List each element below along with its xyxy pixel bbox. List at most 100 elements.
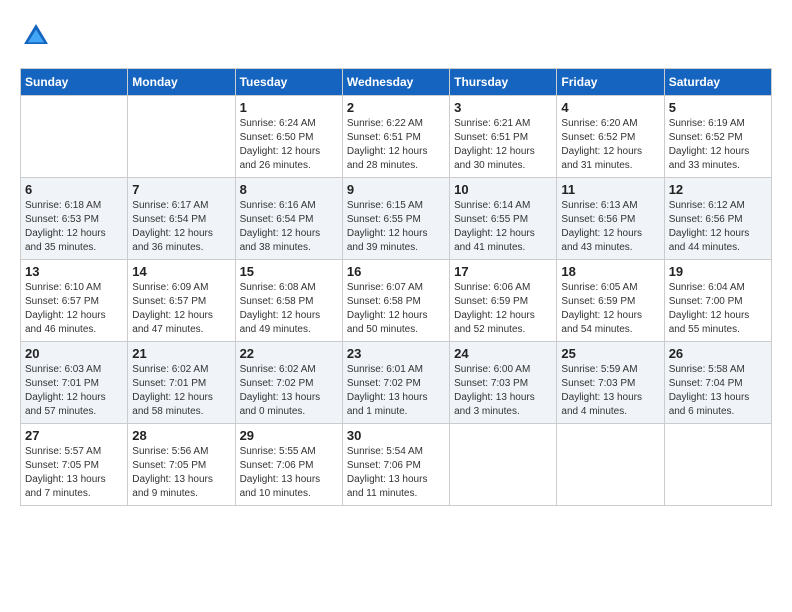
day-number: 19 xyxy=(669,264,767,279)
day-number: 21 xyxy=(132,346,230,361)
day-number: 10 xyxy=(454,182,552,197)
day-header-saturday: Saturday xyxy=(664,69,771,96)
day-detail: Sunrise: 5:58 AMSunset: 7:04 PMDaylight:… xyxy=(669,363,767,419)
day-detail: Sunrise: 6:06 AMSunset: 6:59 PMDaylight:… xyxy=(454,281,552,337)
calendar-cell: 23 Sunrise: 6:01 AMSunset: 7:02 PMDayligh… xyxy=(342,342,449,424)
day-header-monday: Monday xyxy=(128,69,235,96)
day-number: 7 xyxy=(132,182,230,197)
day-number: 30 xyxy=(347,428,445,443)
day-detail: Sunrise: 6:21 AMSunset: 6:51 PMDaylight:… xyxy=(454,117,552,173)
day-detail: Sunrise: 6:24 AMSunset: 6:50 PMDaylight:… xyxy=(240,117,338,173)
day-number: 1 xyxy=(240,100,338,115)
calendar-cell: 11 Sunrise: 6:13 AMSunset: 6:56 PMDayligh… xyxy=(557,178,664,260)
day-detail: Sunrise: 5:59 AMSunset: 7:03 PMDaylight:… xyxy=(561,363,659,419)
calendar-cell: 26 Sunrise: 5:58 AMSunset: 7:04 PMDayligh… xyxy=(664,342,771,424)
day-number: 9 xyxy=(347,182,445,197)
logo-icon xyxy=(20,20,52,52)
calendar-cell: 25 Sunrise: 5:59 AMSunset: 7:03 PMDayligh… xyxy=(557,342,664,424)
calendar-cell: 14Sunrise: 6:09 AMSunset: 6:57 PMDayligh… xyxy=(128,260,235,342)
day-detail: Sunrise: 6:10 AMSunset: 6:57 PMDaylight:… xyxy=(25,281,123,337)
calendar-cell: 20Sunrise: 6:03 AMSunset: 7:01 PMDayligh… xyxy=(21,342,128,424)
day-number: 8 xyxy=(240,182,338,197)
calendar-cell: 17 Sunrise: 6:06 AMSunset: 6:59 PMDayligh… xyxy=(450,260,557,342)
calendar-cell: 4 Sunrise: 6:20 AMSunset: 6:52 PMDaylight… xyxy=(557,96,664,178)
calendar-cell: 18 Sunrise: 6:05 AMSunset: 6:59 PMDayligh… xyxy=(557,260,664,342)
calendar-cell: 27 Sunrise: 5:57 AMSunset: 7:05 PMDayligh… xyxy=(21,424,128,506)
day-number: 5 xyxy=(669,100,767,115)
calendar-cell: 19 Sunrise: 6:04 AMSunset: 7:00 PMDayligh… xyxy=(664,260,771,342)
calendar-cell: 1 Sunrise: 6:24 AMSunset: 6:50 PMDaylight… xyxy=(235,96,342,178)
day-detail: Sunrise: 6:16 AMSunset: 6:54 PMDaylight:… xyxy=(240,199,338,255)
day-number: 17 xyxy=(454,264,552,279)
day-number: 27 xyxy=(25,428,123,443)
calendar-cell: 12 Sunrise: 6:12 AMSunset: 6:56 PMDayligh… xyxy=(664,178,771,260)
day-number: 24 xyxy=(454,346,552,361)
calendar-cell xyxy=(557,424,664,506)
day-detail: Sunrise: 6:01 AMSunset: 7:02 PMDaylight:… xyxy=(347,363,445,419)
day-detail: Sunrise: 6:05 AMSunset: 6:59 PMDaylight:… xyxy=(561,281,659,337)
calendar-week-row: 1 Sunrise: 6:24 AMSunset: 6:50 PMDaylight… xyxy=(21,96,772,178)
day-detail: Sunrise: 5:57 AMSunset: 7:05 PMDaylight:… xyxy=(25,445,123,501)
calendar-cell: 7 Sunrise: 6:17 AMSunset: 6:54 PMDaylight… xyxy=(128,178,235,260)
calendar-cell: 16 Sunrise: 6:07 AMSunset: 6:58 PMDayligh… xyxy=(342,260,449,342)
day-detail: Sunrise: 6:02 AMSunset: 7:02 PMDaylight:… xyxy=(240,363,338,419)
day-detail: Sunrise: 6:20 AMSunset: 6:52 PMDaylight:… xyxy=(561,117,659,173)
day-detail: Sunrise: 5:56 AMSunset: 7:05 PMDaylight:… xyxy=(132,445,230,501)
day-number: 23 xyxy=(347,346,445,361)
calendar-cell: 28 Sunrise: 5:56 AMSunset: 7:05 PMDayligh… xyxy=(128,424,235,506)
day-number: 16 xyxy=(347,264,445,279)
calendar-cell: 10Sunrise: 6:14 AMSunset: 6:55 PMDayligh… xyxy=(450,178,557,260)
day-number: 18 xyxy=(561,264,659,279)
calendar-week-row: 20Sunrise: 6:03 AMSunset: 7:01 PMDayligh… xyxy=(21,342,772,424)
day-number: 20 xyxy=(25,346,123,361)
calendar-cell: 2Sunrise: 6:22 AMSunset: 6:51 PMDaylight… xyxy=(342,96,449,178)
day-detail: Sunrise: 6:12 AMSunset: 6:56 PMDaylight:… xyxy=(669,199,767,255)
calendar-header-row: SundayMondayTuesdayWednesdayThursdayFrid… xyxy=(21,69,772,96)
day-number: 6 xyxy=(25,182,123,197)
calendar-table: SundayMondayTuesdayWednesdayThursdayFrid… xyxy=(20,68,772,506)
day-header-friday: Friday xyxy=(557,69,664,96)
day-detail: Sunrise: 6:07 AMSunset: 6:58 PMDaylight:… xyxy=(347,281,445,337)
calendar-cell: 24Sunrise: 6:00 AMSunset: 7:03 PMDayligh… xyxy=(450,342,557,424)
day-header-wednesday: Wednesday xyxy=(342,69,449,96)
day-number: 12 xyxy=(669,182,767,197)
day-number: 26 xyxy=(669,346,767,361)
day-number: 4 xyxy=(561,100,659,115)
day-number: 15 xyxy=(240,264,338,279)
calendar-cell xyxy=(21,96,128,178)
day-detail: Sunrise: 6:18 AMSunset: 6:53 PMDaylight:… xyxy=(25,199,123,255)
day-detail: Sunrise: 5:55 AMSunset: 7:06 PMDaylight:… xyxy=(240,445,338,501)
calendar-cell: 9 Sunrise: 6:15 AMSunset: 6:55 PMDaylight… xyxy=(342,178,449,260)
day-detail: Sunrise: 6:15 AMSunset: 6:55 PMDaylight:… xyxy=(347,199,445,255)
day-detail: Sunrise: 6:19 AMSunset: 6:52 PMDaylight:… xyxy=(669,117,767,173)
calendar-cell: 21 Sunrise: 6:02 AMSunset: 7:01 PMDayligh… xyxy=(128,342,235,424)
day-number: 22 xyxy=(240,346,338,361)
calendar-cell: 6 Sunrise: 6:18 AMSunset: 6:53 PMDaylight… xyxy=(21,178,128,260)
day-number: 25 xyxy=(561,346,659,361)
calendar-cell: 15 Sunrise: 6:08 AMSunset: 6:58 PMDayligh… xyxy=(235,260,342,342)
day-header-tuesday: Tuesday xyxy=(235,69,342,96)
day-header-thursday: Thursday xyxy=(450,69,557,96)
calendar-cell: 3 Sunrise: 6:21 AMSunset: 6:51 PMDaylight… xyxy=(450,96,557,178)
day-detail: Sunrise: 6:22 AMSunset: 6:51 PMDaylight:… xyxy=(347,117,445,173)
day-detail: Sunrise: 6:13 AMSunset: 6:56 PMDaylight:… xyxy=(561,199,659,255)
day-header-sunday: Sunday xyxy=(21,69,128,96)
day-detail: Sunrise: 5:54 AMSunset: 7:06 PMDaylight:… xyxy=(347,445,445,501)
calendar-cell: 8 Sunrise: 6:16 AMSunset: 6:54 PMDaylight… xyxy=(235,178,342,260)
day-number: 3 xyxy=(454,100,552,115)
calendar-cell xyxy=(128,96,235,178)
calendar-cell xyxy=(664,424,771,506)
calendar-cell: 22 Sunrise: 6:02 AMSunset: 7:02 PMDayligh… xyxy=(235,342,342,424)
calendar-cell: 5 Sunrise: 6:19 AMSunset: 6:52 PMDaylight… xyxy=(664,96,771,178)
day-number: 13 xyxy=(25,264,123,279)
day-number: 11 xyxy=(561,182,659,197)
day-detail: Sunrise: 6:04 AMSunset: 7:00 PMDaylight:… xyxy=(669,281,767,337)
day-detail: Sunrise: 6:02 AMSunset: 7:01 PMDaylight:… xyxy=(132,363,230,419)
calendar-week-row: 27 Sunrise: 5:57 AMSunset: 7:05 PMDayligh… xyxy=(21,424,772,506)
day-detail: Sunrise: 6:17 AMSunset: 6:54 PMDaylight:… xyxy=(132,199,230,255)
page-header xyxy=(20,20,772,52)
calendar-week-row: 13 Sunrise: 6:10 AMSunset: 6:57 PMDayligh… xyxy=(21,260,772,342)
day-number: 28 xyxy=(132,428,230,443)
calendar-cell xyxy=(450,424,557,506)
day-detail: Sunrise: 6:08 AMSunset: 6:58 PMDaylight:… xyxy=(240,281,338,337)
